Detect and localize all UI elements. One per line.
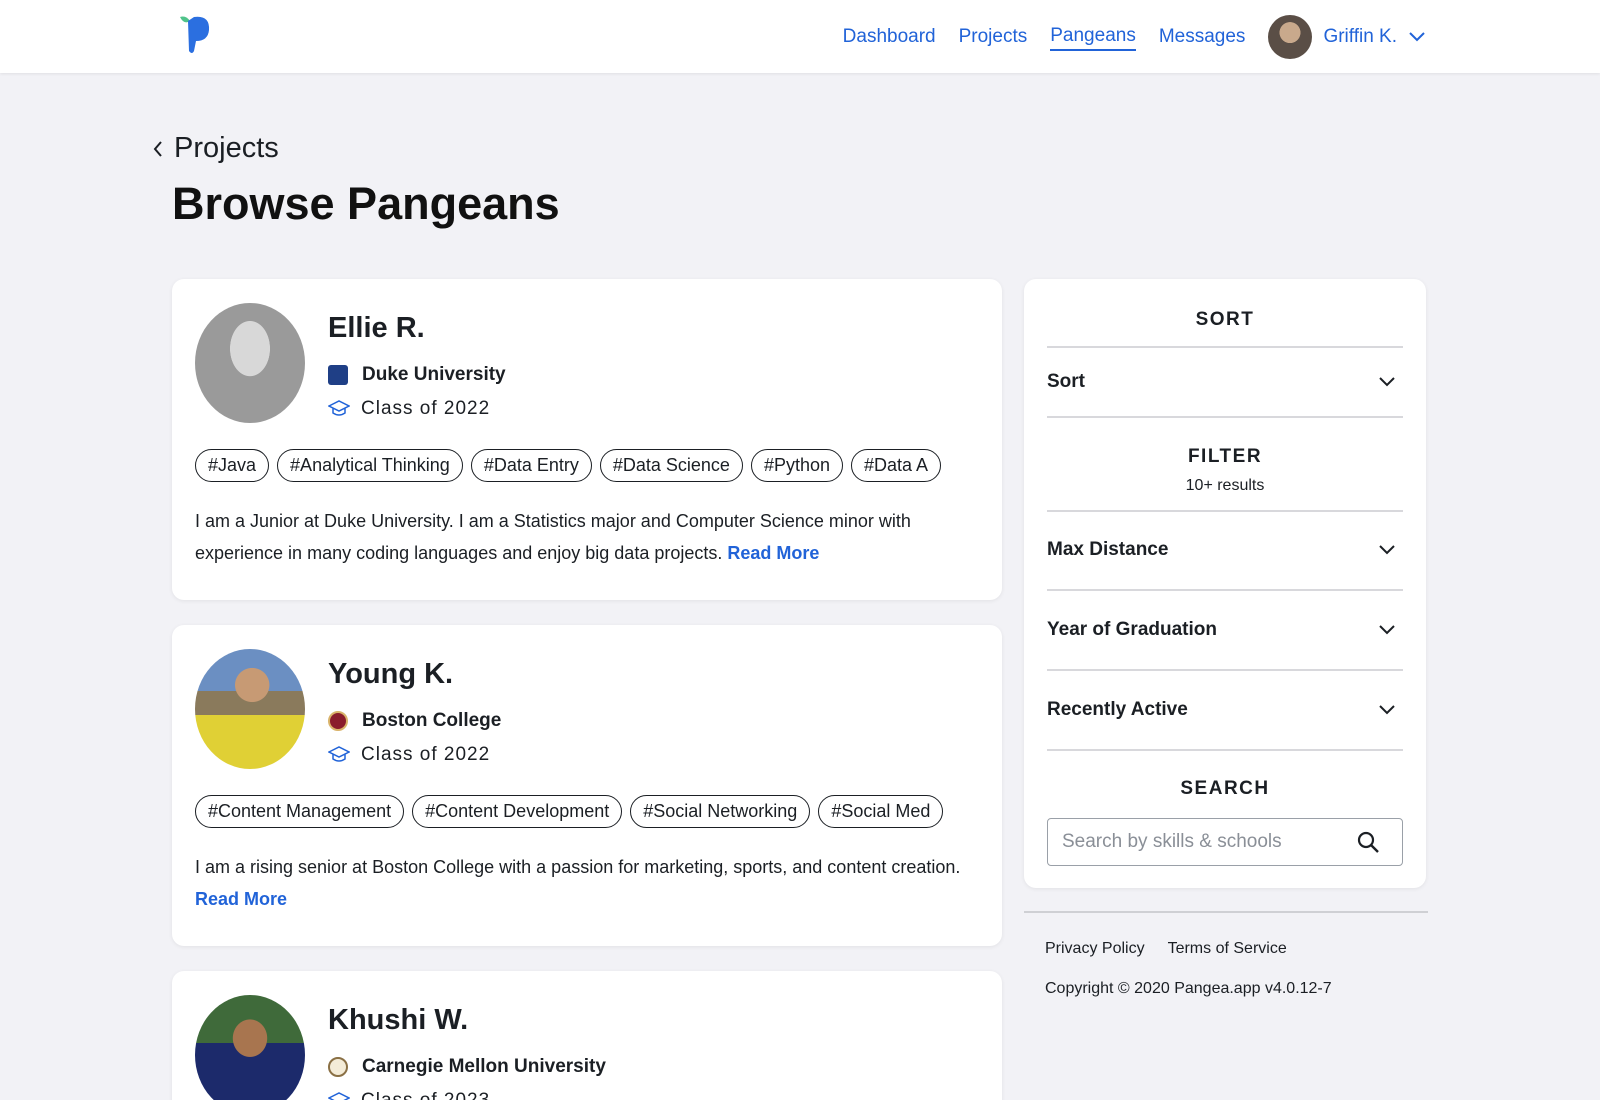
school-name: Duke University (362, 364, 506, 385)
sort-heading: SORT (1195, 309, 1255, 330)
divider (1047, 510, 1403, 512)
chevron-down-icon (1379, 545, 1395, 555)
footer-divider (1024, 911, 1428, 913)
terms-of-service-link[interactable]: Terms of Service (1168, 940, 1287, 958)
divider (1047, 749, 1403, 751)
filter-label: Year of Graduation (1047, 619, 1217, 640)
sort-dropdown[interactable]: Sort (1047, 365, 1403, 399)
divider (1047, 346, 1403, 348)
recently-active-dropdown[interactable]: Recently Active (1047, 693, 1403, 727)
search-heading: SEARCH (1180, 778, 1270, 799)
privacy-policy-link[interactable]: Privacy Policy (1045, 940, 1145, 958)
school-name: Boston College (362, 710, 502, 731)
skill-tag[interactable]: #Content Management (195, 795, 405, 828)
year-of-graduation-dropdown[interactable]: Year of Graduation (1047, 613, 1403, 647)
class-year: Class of 2023 (361, 1090, 490, 1100)
nav-projects[interactable]: Projects (959, 26, 1028, 48)
skill-tags: #Java #Analytical Thinking #Data Entry #Dat… (195, 449, 975, 487)
results-count: 10+ results (1185, 477, 1265, 494)
user-avatar (1268, 14, 1313, 59)
chevron-left-icon (153, 140, 162, 157)
nav-pangeans[interactable]: Pangeans (1050, 25, 1136, 51)
profile-bio: I am a Junior at Duke University. I am a… (195, 505, 985, 569)
class-year: Class of 2022 (361, 744, 491, 765)
class-row: Class of 2022 (328, 398, 490, 420)
skill-tag[interactable]: #Data Science (599, 449, 743, 482)
user-menu[interactable]: Griffin K. (1268, 14, 1425, 59)
pangea-logo[interactable] (176, 13, 212, 55)
profile-name[interactable]: Young K. (328, 658, 453, 691)
read-more-link[interactable]: Read More (195, 889, 287, 909)
skill-tag[interactable]: #Social Networking (630, 795, 811, 828)
skill-tag[interactable]: #Data A (851, 449, 942, 482)
school-logo-icon (328, 365, 348, 385)
filter-label: Max Distance (1047, 539, 1169, 560)
skill-tag[interactable]: #Data Entry (470, 449, 592, 482)
graduation-cap-icon (328, 1092, 350, 1100)
footer-links: Privacy Policy Terms of Service (1045, 940, 1310, 958)
skill-tag[interactable]: #Analytical Thinking (277, 449, 463, 482)
chevron-down-icon (1379, 625, 1395, 635)
chevron-down-icon (1379, 377, 1395, 387)
nav-messages[interactable]: Messages (1159, 26, 1246, 48)
school-row: Duke University (328, 364, 506, 386)
skill-tags: #Content Management #Content Development #… (195, 795, 975, 833)
sort-filter-panel: SORT Sort FILTER 10+ results Max Distanc… (1024, 279, 1426, 888)
bio-text: I am a rising senior at Boston College w… (195, 857, 961, 877)
nav-dashboard[interactable]: Dashboard (843, 26, 936, 48)
profile-photo (195, 303, 305, 423)
profile-card[interactable]: Ellie R. Duke University Class of 2022 #… (172, 279, 1002, 600)
profile-bio: I am a rising senior at Boston College w… (195, 851, 985, 915)
page-title: Browse Pangeans (172, 178, 560, 229)
profile-card[interactable]: Khushi W. Carnegie Mellon University Cla… (172, 971, 1002, 1100)
profile-name[interactable]: Khushi W. (328, 1004, 468, 1037)
filter-label: Recently Active (1047, 699, 1188, 720)
skill-tag[interactable]: #Java (195, 449, 270, 482)
school-row: Carnegie Mellon University (328, 1056, 606, 1078)
graduation-cap-icon (328, 746, 350, 762)
class-row: Class of 2022 (328, 744, 490, 766)
school-row: Boston College (328, 710, 501, 732)
school-name: Carnegie Mellon University (362, 1056, 606, 1077)
skill-tag[interactable]: #Social Med (818, 795, 944, 828)
back-to-projects-link[interactable]: Projects (152, 132, 279, 165)
graduation-cap-icon (328, 400, 350, 416)
chevron-down-icon (1379, 705, 1395, 715)
top-navigation-bar: Dashboard Projects Pangeans Messages Gri… (0, 0, 1600, 73)
search-box (1047, 818, 1403, 866)
chevron-down-icon (1409, 31, 1425, 41)
max-distance-dropdown[interactable]: Max Distance (1047, 533, 1403, 567)
divider (1047, 416, 1403, 418)
profile-photo (195, 649, 305, 769)
search-input[interactable] (1048, 831, 1348, 853)
main-nav: Dashboard Projects Pangeans Messages Gri… (820, 0, 1425, 73)
profile-photo (195, 995, 305, 1100)
profile-name[interactable]: Ellie R. (328, 312, 425, 345)
skill-tag[interactable]: #Content Development (412, 795, 623, 828)
filter-heading: FILTER (1187, 446, 1263, 467)
divider (1047, 669, 1403, 671)
school-logo-icon (328, 711, 348, 731)
profile-card[interactable]: Young K. Boston College Class of 2022 #C… (172, 625, 1002, 946)
class-year: Class of 2022 (361, 398, 491, 419)
read-more-link[interactable]: Read More (727, 543, 819, 563)
user-name: Griffin K. (1323, 25, 1397, 47)
copyright: Copyright © 2020 Pangea.app v4.0.12-7 (1045, 980, 1332, 997)
search-icon[interactable] (1356, 830, 1380, 854)
back-label: Projects (174, 132, 279, 164)
divider (1047, 589, 1403, 591)
school-logo-icon (328, 1057, 348, 1077)
skill-tag[interactable]: #Python (750, 449, 843, 482)
class-row: Class of 2023 (328, 1090, 490, 1100)
sort-label: Sort (1047, 371, 1085, 392)
